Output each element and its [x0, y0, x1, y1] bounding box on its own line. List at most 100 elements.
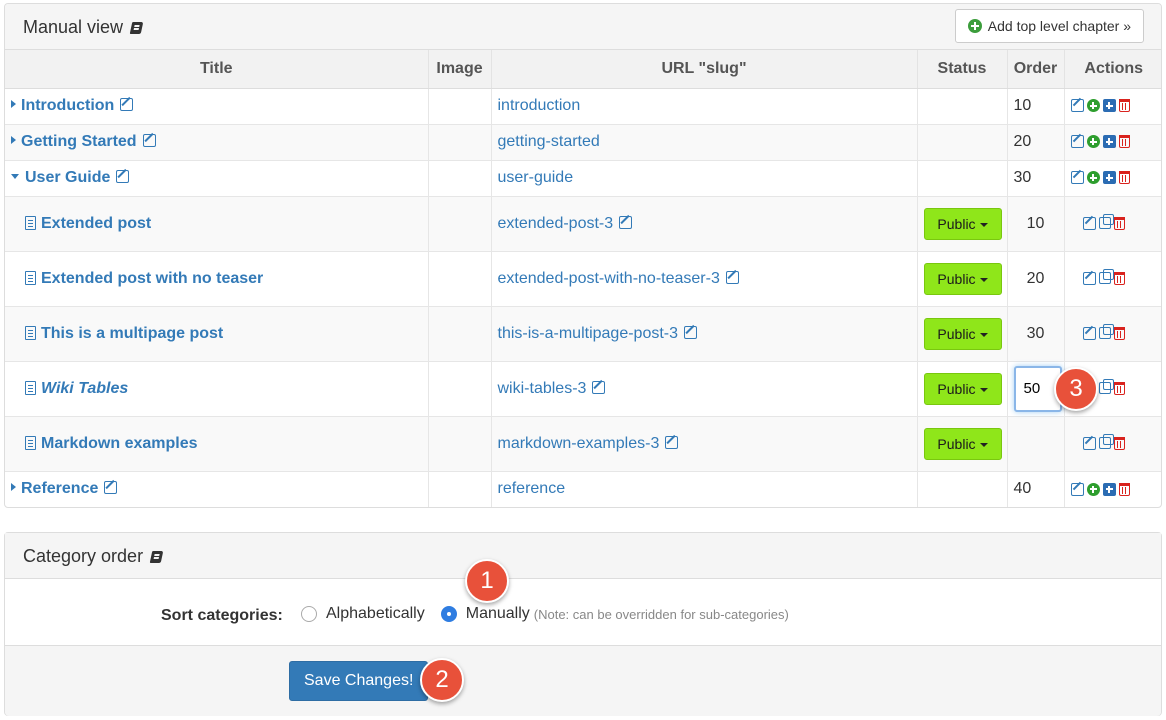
- edit-icon[interactable]: [120, 98, 134, 111]
- post-title-link[interactable]: This is a multipage post: [41, 325, 223, 342]
- trash-icon[interactable]: [1113, 326, 1125, 340]
- post-title-link[interactable]: Markdown examples: [41, 435, 198, 452]
- add-top-level-chapter-button[interactable]: Add top level chapter »: [954, 9, 1144, 43]
- chapter-title-link[interactable]: User Guide: [25, 169, 110, 186]
- edit-icon[interactable]: [592, 380, 606, 394]
- save-changes-button[interactable]: Save Changes!: [289, 661, 429, 701]
- actions-cell: [1063, 159, 1161, 196]
- post-title-link[interactable]: Extended post: [41, 215, 151, 232]
- radio-alphabetically[interactable]: [301, 606, 317, 622]
- chapter-title-link[interactable]: Reference: [21, 480, 98, 497]
- radio-manually[interactable]: [440, 606, 457, 622]
- image-cell: [427, 415, 491, 471]
- trash-icon[interactable]: [1113, 381, 1125, 395]
- callout-badge-3: 3: [1054, 367, 1098, 411]
- edit-icon[interactable]: [725, 270, 739, 284]
- table-row: Wiki Tables wiki-tables-3 Public: [5, 360, 1161, 416]
- trash-icon[interactable]: [1113, 271, 1125, 285]
- chapter-title-link[interactable]: Introduction: [21, 97, 114, 114]
- chapters-table: Title Image URL "slug" Status Order Acti…: [5, 50, 1161, 507]
- column-header-image[interactable]: Image: [427, 50, 491, 89]
- edit-icon[interactable]: [1082, 216, 1096, 230]
- column-header-slug[interactable]: URL "slug": [490, 50, 917, 89]
- plus-circle-icon: [967, 19, 982, 33]
- chapter-title-link[interactable]: Getting Started: [21, 133, 137, 150]
- edit-icon[interactable]: [142, 134, 156, 147]
- copy-icon[interactable]: [1098, 379, 1114, 395]
- plus-square-icon[interactable]: [1102, 482, 1116, 496]
- edit-icon[interactable]: [1070, 171, 1084, 185]
- slug-link[interactable]: introduction: [498, 97, 581, 114]
- expand-caret-icon[interactable]: [11, 100, 16, 108]
- order-value: 20: [1006, 250, 1064, 306]
- status-dropdown-button[interactable]: Public: [923, 317, 1002, 350]
- edit-icon[interactable]: [684, 325, 698, 339]
- slug-link[interactable]: reference: [498, 480, 566, 497]
- column-header-order[interactable]: Order: [1006, 50, 1064, 89]
- option-alphabetically-label[interactable]: Alphabetically: [326, 605, 425, 623]
- document-icon: [25, 380, 36, 395]
- trash-icon[interactable]: [1118, 99, 1130, 113]
- status-dropdown-button[interactable]: Public: [923, 427, 1002, 460]
- slug-link[interactable]: user-guide: [498, 169, 574, 186]
- edit-icon[interactable]: [104, 481, 118, 495]
- post-title-link[interactable]: Wiki Tables: [41, 380, 128, 397]
- trash-icon[interactable]: [1118, 482, 1130, 496]
- edit-icon[interactable]: [665, 435, 679, 449]
- status-dropdown-button[interactable]: Public: [923, 207, 1002, 240]
- trash-icon[interactable]: [1118, 171, 1130, 185]
- expand-caret-icon[interactable]: [11, 483, 16, 492]
- slug-link[interactable]: wiki-tables-3: [498, 380, 587, 397]
- copy-icon[interactable]: [1098, 269, 1114, 285]
- chevron-down-icon: [979, 442, 988, 447]
- edit-icon[interactable]: [1082, 271, 1096, 285]
- table-row: Extended post with no teaser extended-po…: [5, 250, 1161, 306]
- manual-view-heading: Manual view Add top level chapter »: [5, 4, 1161, 50]
- image-cell: [427, 470, 491, 507]
- edit-icon[interactable]: [1070, 135, 1084, 149]
- post-title-link[interactable]: Extended post with no teaser: [41, 270, 263, 287]
- plus-square-icon[interactable]: [1102, 99, 1116, 113]
- status-label: Public: [937, 270, 976, 287]
- category-order-panel: Category order Sort categories: Alphabet…: [4, 532, 1162, 716]
- plus-square-icon[interactable]: [1102, 171, 1116, 185]
- order-value: 30: [1006, 159, 1064, 196]
- slug-link[interactable]: extended-post-with-no-teaser-3: [498, 270, 720, 287]
- add-circle-icon[interactable]: [1086, 482, 1100, 496]
- table-row: Introduction introduction 10: [5, 87, 1161, 124]
- edit-icon[interactable]: [116, 170, 130, 183]
- image-cell: [427, 305, 491, 361]
- add-circle-icon[interactable]: [1086, 135, 1100, 149]
- copy-icon[interactable]: [1098, 214, 1114, 230]
- column-header-actions[interactable]: Actions: [1063, 50, 1161, 89]
- copy-icon[interactable]: [1098, 434, 1114, 450]
- slug-link[interactable]: this-is-a-multipage-post-3: [498, 325, 679, 342]
- status-dropdown-button[interactable]: Public: [923, 372, 1002, 405]
- column-header-status[interactable]: Status: [916, 50, 1007, 89]
- add-circle-icon[interactable]: [1086, 99, 1100, 113]
- order-value: 10: [1006, 195, 1064, 251]
- trash-icon[interactable]: [1113, 436, 1125, 450]
- sort-categories-label: Sort categories:: [161, 607, 283, 624]
- trash-icon[interactable]: [1113, 216, 1125, 230]
- edit-icon[interactable]: [1082, 436, 1096, 450]
- status-label: Public: [937, 380, 976, 397]
- edit-icon[interactable]: [1070, 482, 1084, 496]
- trash-icon[interactable]: [1118, 135, 1130, 149]
- collapse-caret-icon[interactable]: [11, 174, 19, 179]
- slug-link[interactable]: getting-started: [498, 133, 600, 150]
- option-manually-label[interactable]: Manually: [466, 605, 530, 623]
- edit-icon[interactable]: [619, 215, 633, 229]
- add-circle-icon[interactable]: [1086, 171, 1100, 185]
- status-dropdown-button[interactable]: Public: [923, 262, 1002, 295]
- edit-icon[interactable]: [1070, 99, 1084, 113]
- column-header-title[interactable]: Title: [5, 50, 428, 89]
- callout-badge-2: 2: [420, 658, 464, 702]
- sort-note: (Note: can be overridden for sub-categor…: [533, 606, 789, 622]
- slug-link[interactable]: extended-post-3: [498, 215, 614, 232]
- expand-caret-icon[interactable]: [11, 136, 16, 144]
- slug-link[interactable]: markdown-examples-3: [498, 435, 660, 452]
- plus-square-icon[interactable]: [1102, 135, 1116, 149]
- edit-icon[interactable]: [1082, 326, 1096, 340]
- copy-icon[interactable]: [1098, 324, 1114, 340]
